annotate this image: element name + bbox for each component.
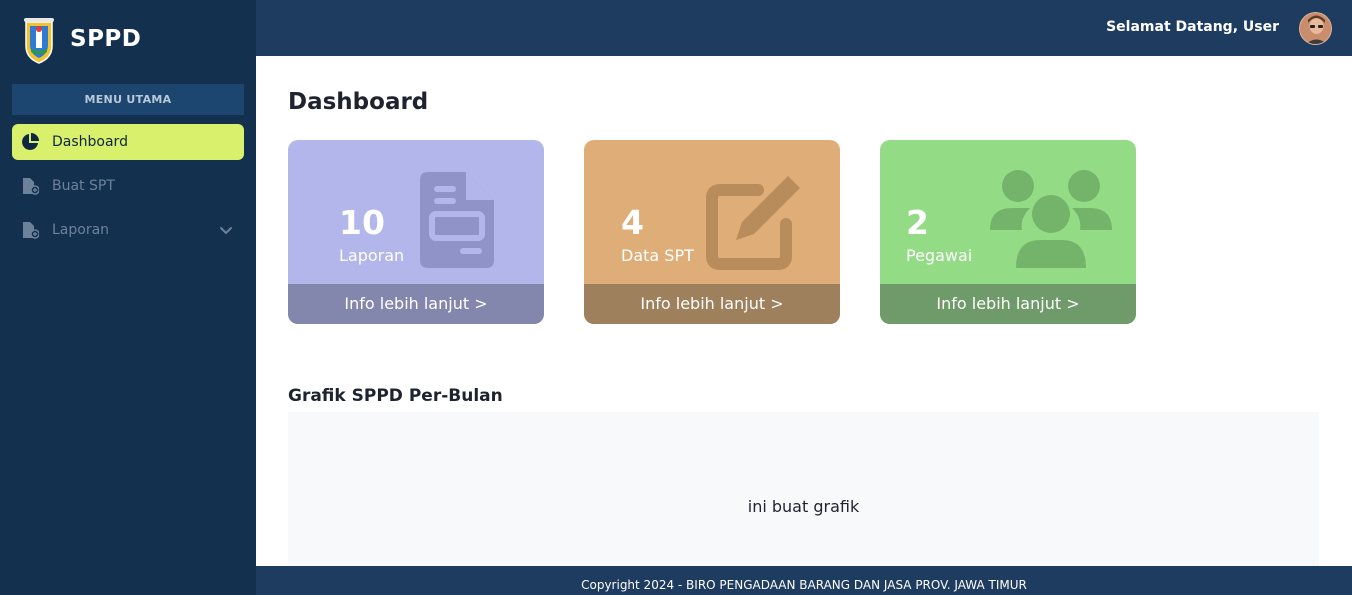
sidebar-item-label: Laporan [52,222,110,238]
card-label: Data SPT [621,246,694,265]
brand[interactable]: SPPD [0,0,256,80]
user-avatar[interactable] [1299,12,1332,45]
card-count: 2 [906,203,929,242]
file-plus-icon [20,176,40,196]
info-link-laporan[interactable]: Info lebih lanjut > [288,284,544,324]
sidebar-item-laporan[interactable]: Laporan [12,212,244,248]
chart-placeholder: ini buat grafik [747,497,860,516]
sidebar: SPPD MENU UTAMA Dashboard Buat SPT Lapor… [0,0,256,595]
info-link-data-spt[interactable]: Info lebih lanjut > [584,284,840,324]
users-icon [990,170,1112,274]
stat-card-data-spt: 4 Data SPT Info lebih lanjut > [584,140,840,324]
sidebar-item-buat-spt[interactable]: Buat SPT [12,168,244,204]
edit-icon [706,172,804,274]
provincial-crest-icon [22,16,56,64]
brand-name: SPPD [70,26,142,52]
pie-chart-icon [20,132,40,152]
sidebar-item-label: Dashboard [52,134,128,150]
chart-title: Grafik SPPD Per-Bulan [288,386,503,406]
card-label: Laporan [339,246,405,265]
chevron-down-icon[interactable] [218,222,234,238]
stat-card-pegawai: 2 Pegawai Info lebih lanjut > [880,140,1136,324]
welcome-text: Selamat Datang, User [1106,19,1279,35]
topbar: Selamat Datang, User [256,0,1352,56]
card-count: 4 [621,203,644,242]
stat-card-laporan: 10 Laporan Info lebih lanjut > [288,140,544,324]
menu-header: MENU UTAMA [12,84,244,115]
file-plus-icon [20,220,40,240]
info-link-pegawai[interactable]: Info lebih lanjut > [880,284,1136,324]
page-title: Dashboard [288,89,429,115]
card-count: 10 [339,203,385,242]
sidebar-item-label: Buat SPT [52,178,115,194]
chart-container: ini buat grafik [288,412,1319,566]
card-label: Pegawai [906,246,973,265]
footer: Copyright 2024 - BIRO PENGADAAN BARANG D… [256,566,1352,595]
document-icon [420,172,494,274]
sidebar-item-dashboard[interactable]: Dashboard [12,124,244,160]
